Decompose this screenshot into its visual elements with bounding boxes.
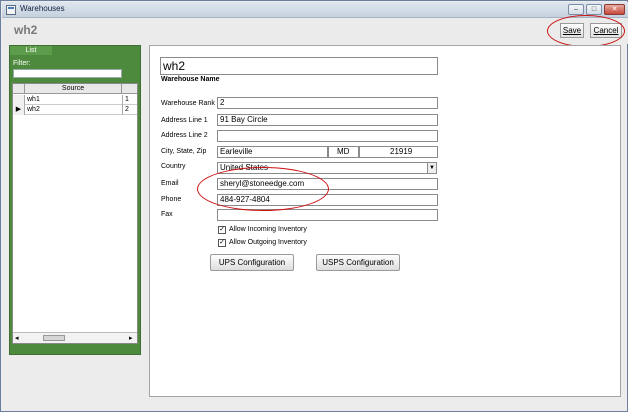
column-header-source[interactable]: Source (25, 84, 122, 94)
list-item-name: wh1 (27, 96, 40, 103)
list-panel: List Filter: Source wh1 1 ▶ wh2 2 ◂ ▸ (9, 45, 141, 355)
usps-configuration-button[interactable]: USPS Configuration (316, 254, 400, 271)
email-label: Email (161, 180, 179, 187)
allow-incoming-checkbox[interactable]: ✓ (218, 226, 226, 234)
scroll-thumb[interactable] (43, 335, 65, 341)
ups-configuration-button[interactable]: UPS Configuration (210, 254, 294, 271)
tab-list[interactable]: List (10, 46, 52, 55)
list-item[interactable]: wh1 1 (13, 95, 137, 105)
city-field[interactable]: Earleville (217, 146, 328, 158)
filter-label: Filter: (13, 60, 31, 67)
list-item-value: 1 (125, 96, 129, 103)
column-divider (122, 105, 123, 115)
detail-panel: wh2 Warehouse Name Warehouse Rank 2 Addr… (149, 45, 621, 397)
select-all-cell[interactable] (13, 84, 25, 94)
source-list: Source wh1 1 ▶ wh2 2 ◂ ▸ (12, 83, 138, 344)
allow-incoming-label: Allow Incoming Inventory (229, 226, 307, 233)
address-line-2-label: Address Line 2 (161, 132, 208, 139)
country-select[interactable]: United States (217, 162, 428, 174)
list-item[interactable]: ▶ wh2 2 (13, 105, 137, 115)
country-label: Country (161, 163, 186, 170)
address-line-1-label: Address Line 1 (161, 117, 208, 124)
form-header: wh2 Save Cancel (2, 18, 628, 44)
phone-field[interactable]: 484-927-4804 (217, 194, 438, 206)
zip-field[interactable]: 21919 (359, 146, 438, 158)
minimize-button[interactable]: – (568, 4, 584, 15)
close-button[interactable]: ✕ (604, 4, 625, 15)
state-field[interactable]: MD (328, 146, 359, 158)
chevron-down-icon[interactable]: ▼ (427, 162, 437, 174)
warehouse-rank-label: Warehouse Rank (161, 100, 215, 107)
phone-label: Phone (161, 196, 182, 203)
column-divider (122, 95, 123, 105)
app-icon (6, 5, 16, 15)
address-line-2-field[interactable] (217, 130, 438, 142)
row-selector[interactable] (13, 95, 25, 105)
cancel-button[interactable]: Cancel (590, 23, 622, 38)
fax-field[interactable] (217, 209, 438, 221)
maximize-button[interactable]: □ (586, 4, 602, 15)
address-line-1-field[interactable]: 91 Bay Circle (217, 114, 438, 126)
save-button[interactable]: Save (560, 23, 584, 38)
title-bar: Warehouses – □ ✕ (2, 2, 628, 18)
list-item-name: wh2 (27, 106, 40, 113)
scroll-right-icon[interactable]: ▸ (129, 334, 133, 342)
row-selector[interactable]: ▶ (13, 105, 25, 115)
list-item-value: 2 (125, 106, 129, 113)
warehouse-rank-field[interactable]: 2 (217, 97, 438, 109)
scroll-left-icon[interactable]: ◂ (15, 334, 19, 342)
warehouses-window: Warehouses – □ ✕ wh2 Save Cancel List Fi… (0, 0, 628, 412)
city-state-zip-label: City, State, Zip (161, 148, 207, 155)
fax-label: Fax (161, 211, 173, 218)
record-title: wh2 (14, 23, 38, 37)
allow-outgoing-checkbox[interactable]: ✓ (218, 239, 226, 247)
horizontal-scrollbar[interactable]: ◂ ▸ (13, 332, 137, 343)
list-header: Source (13, 84, 137, 94)
window-title: Warehouses (20, 4, 65, 13)
filter-input[interactable] (13, 69, 122, 78)
warehouse-name-label: Warehouse Name (161, 76, 220, 83)
email-field[interactable]: sheryl@stoneedge.com (217, 178, 438, 190)
warehouse-name-field[interactable]: wh2 (160, 57, 438, 75)
allow-outgoing-label: Allow Outgoing Inventory (229, 239, 307, 246)
